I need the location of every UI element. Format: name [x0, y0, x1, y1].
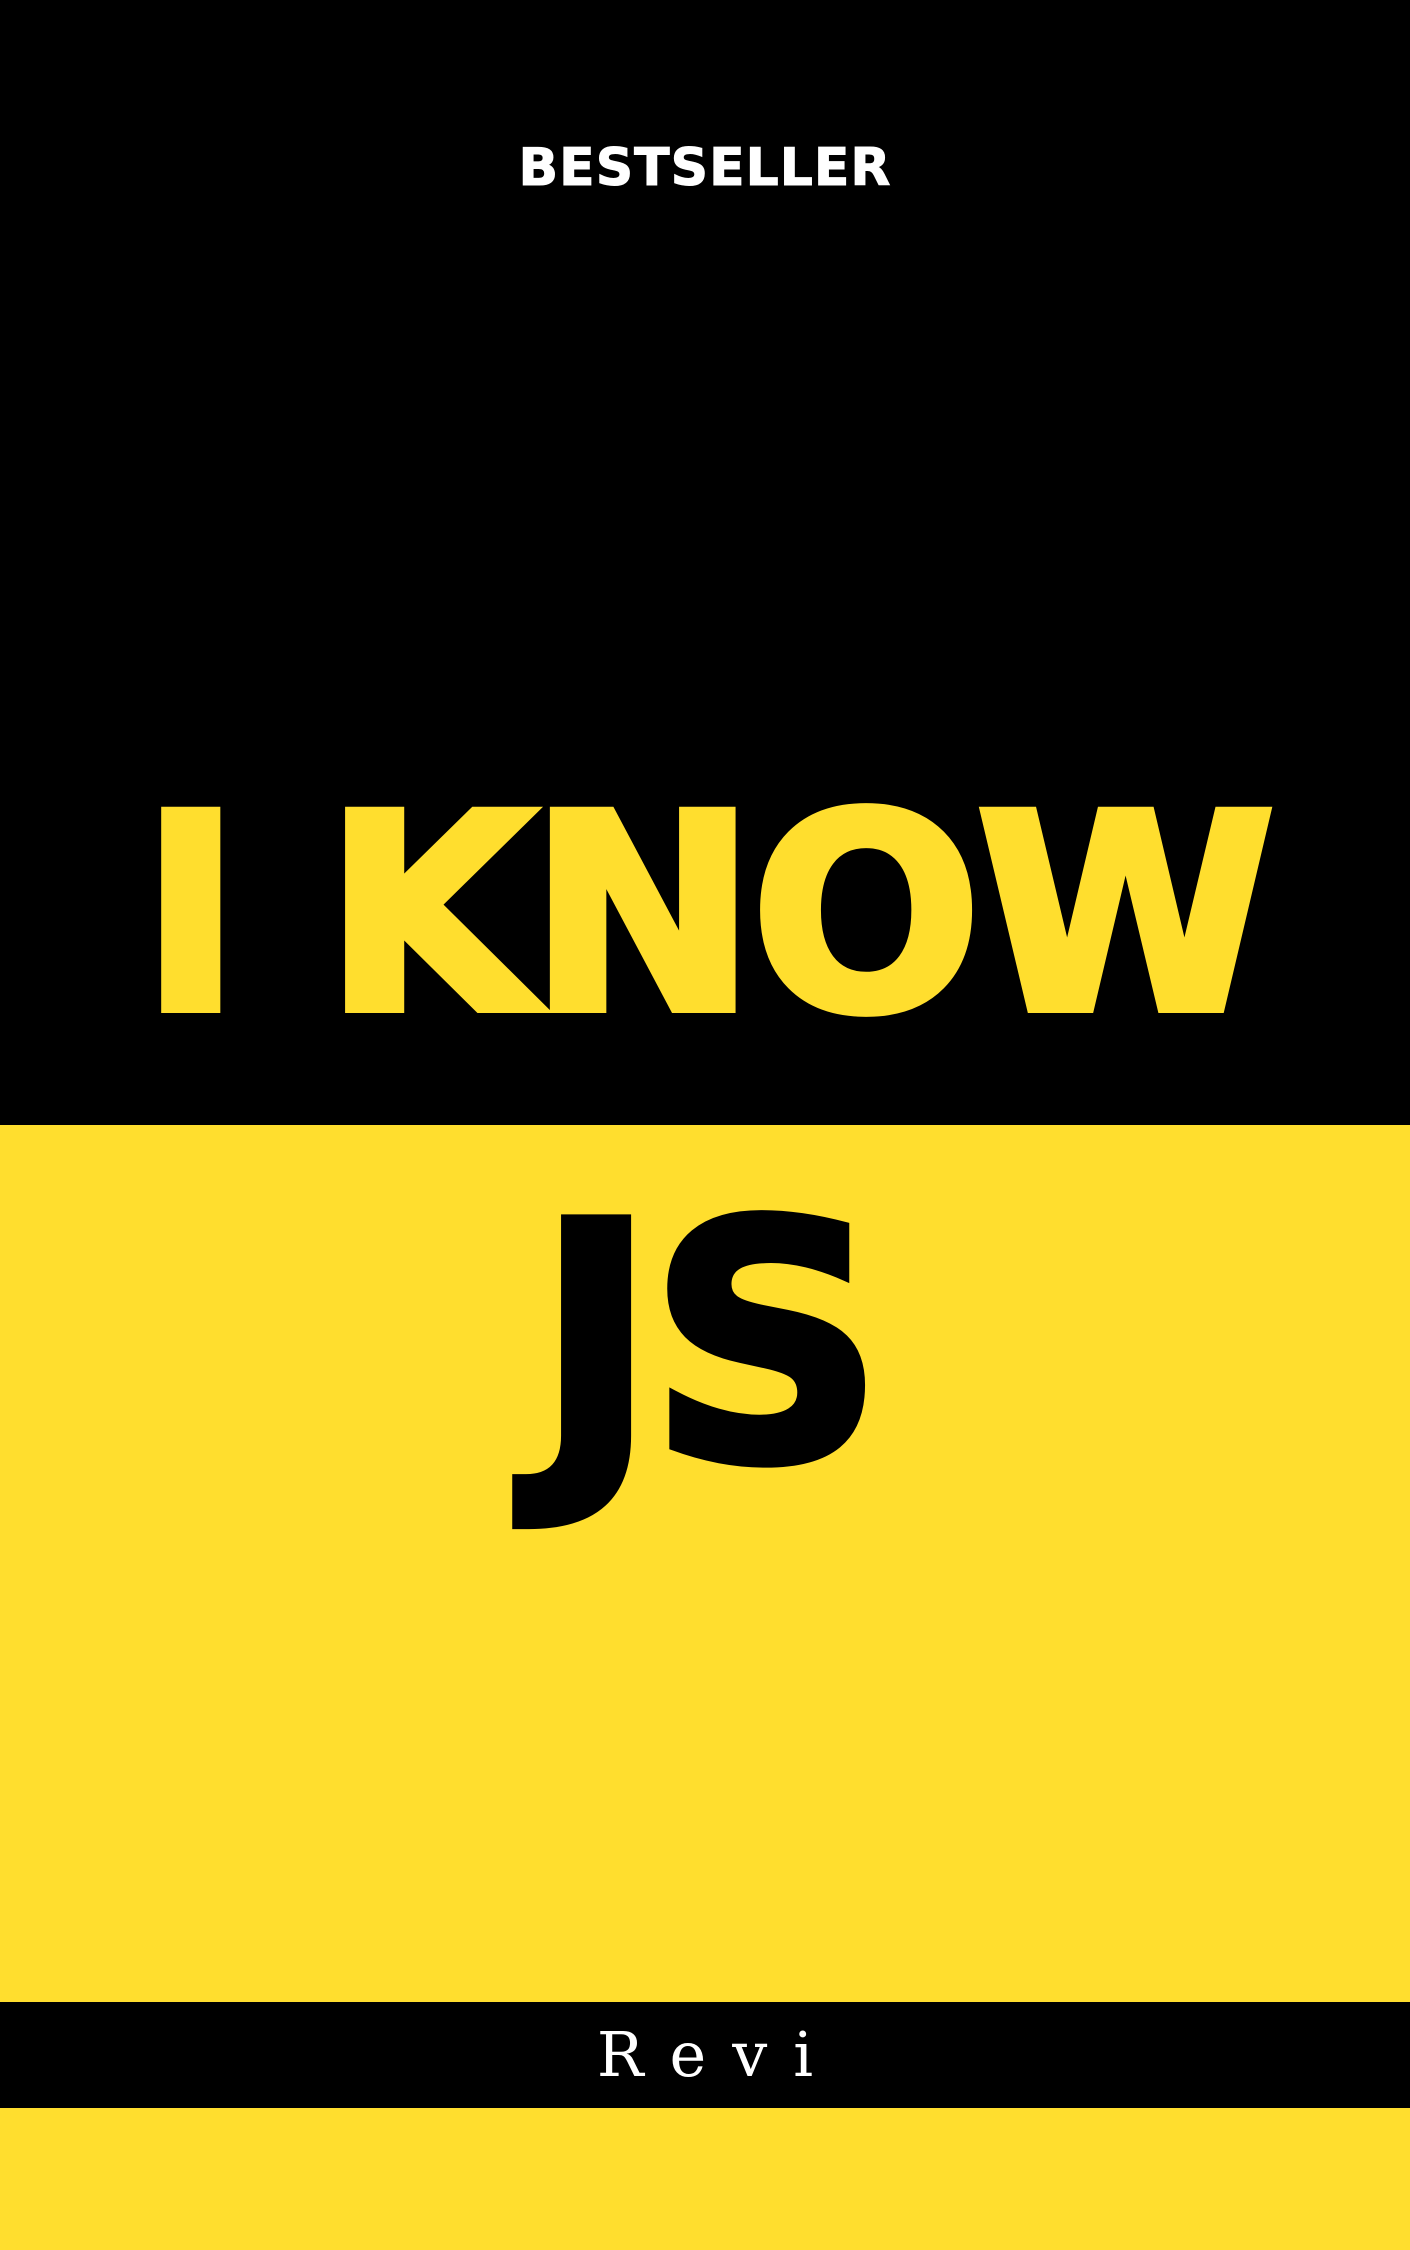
- title-line-1: I KNOW: [136, 758, 1280, 1074]
- author-name: Revi: [596, 2018, 840, 2091]
- title-line-2: JS: [531, 1153, 889, 1537]
- book-cover: BESTSELLER I KNOW JS Revi: [0, 0, 1410, 2250]
- bestseller-label: BESTSELLER: [518, 138, 892, 199]
- author-bar: Revi: [0, 2002, 1410, 2108]
